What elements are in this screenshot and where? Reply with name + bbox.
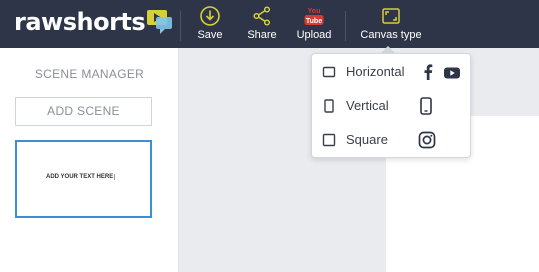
checkbox[interactable] (322, 65, 336, 84)
upload-label: Upload (296, 29, 332, 41)
scene-thumbnail[interactable]: ADD YOUR TEXT HERE (15, 140, 152, 218)
save-label: Save (197, 29, 223, 41)
scene-thumbnail-text: ADD YOUR TEXT HERE (46, 174, 116, 180)
logo-text-shorts: shorts (62, 8, 146, 36)
canvas-option-label: Square (346, 132, 388, 147)
svg-text:Tube: Tube (306, 18, 322, 25)
facebook-icon (422, 64, 434, 85)
download-circle-icon (193, 5, 227, 27)
canvas-type-button[interactable]: Canvas type (355, 5, 427, 45)
logo-wordmark: rawshorts (14, 8, 146, 36)
share-button[interactable]: Share (243, 5, 281, 45)
rawshorts-logo[interactable]: rawshorts (14, 9, 174, 37)
aspect-ratio-icon (355, 5, 427, 27)
canvas-option-label: Horizontal (346, 64, 405, 79)
canvas-option-label: Vertical (346, 98, 389, 113)
chat-bubble-play-icon (146, 9, 174, 40)
toolbar-divider (180, 11, 181, 41)
canvas-option-vertical[interactable]: Vertical (312, 92, 470, 120)
scene-manager-panel: SCENE MANAGER ADD SCENE ADD YOUR TEXT HE… (0, 48, 179, 272)
instagram-icon (418, 131, 436, 154)
share-icon (243, 5, 281, 27)
logo-text-raw: raw (14, 8, 63, 36)
add-scene-button[interactable]: ADD SCENE (15, 97, 152, 126)
toolbar-divider (345, 11, 346, 41)
upload-button[interactable]: You Tube Upload (292, 5, 336, 45)
canvas-type-label: Canvas type (360, 29, 422, 41)
scene-manager-title: SCENE MANAGER (34, 67, 145, 81)
checkbox[interactable] (322, 99, 336, 118)
canvas-type-menu: Horizontal Vertical Square (311, 53, 471, 158)
svg-text:You: You (308, 8, 321, 15)
canvas-option-square[interactable]: Square (312, 126, 470, 154)
top-toolbar: rawshorts Save Share You Tube Upload Can… (0, 0, 539, 48)
youtube-upload-icon: You Tube (292, 5, 336, 27)
phone-icon (420, 97, 432, 120)
youtube-icon (444, 66, 460, 84)
save-button[interactable]: Save (193, 5, 227, 45)
checkbox[interactable] (322, 133, 336, 152)
share-label: Share (247, 29, 277, 41)
canvas-option-horizontal[interactable]: Horizontal (312, 58, 470, 86)
